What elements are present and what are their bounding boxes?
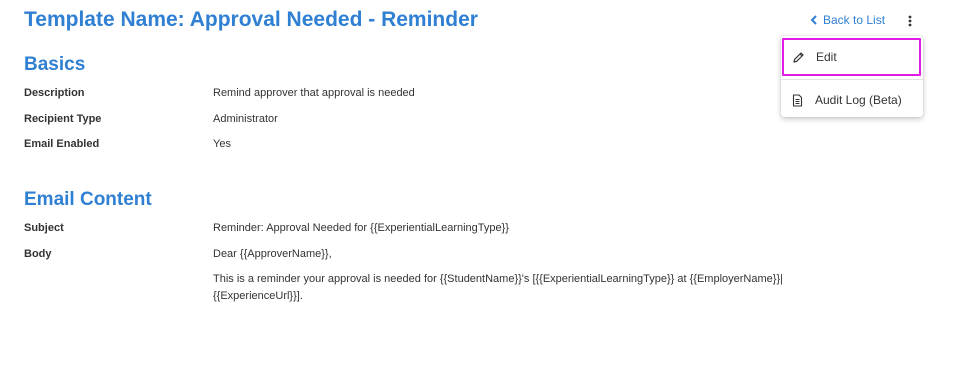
email-enabled-value: Yes: [213, 138, 231, 150]
subject-label: Subject: [24, 222, 64, 234]
document-icon: [790, 93, 804, 107]
recipient-type-value: Administrator: [213, 113, 278, 125]
body-line: {{ExperienceUrl}}].: [213, 290, 303, 302]
email-content-heading: Email Content: [24, 189, 152, 210]
body-paragraph: This is a reminder your approval is need…: [213, 271, 893, 305]
description-value: Remind approver that approval is needed: [213, 87, 415, 99]
options-menu: Edit Audit Log (Beta): [781, 36, 923, 117]
basics-heading: Basics: [24, 54, 86, 75]
more-options-icon[interactable]: [902, 12, 918, 30]
back-to-list-label: Back to List: [823, 13, 886, 27]
edit-menu-item[interactable]: Edit: [782, 38, 921, 76]
edit-label: Edit: [816, 50, 837, 64]
audit-log-menu-item[interactable]: Audit Log (Beta): [781, 81, 923, 119]
menu-divider: [781, 79, 923, 80]
description-label: Description: [24, 87, 85, 99]
audit-log-label: Audit Log (Beta): [815, 93, 902, 107]
email-enabled-label: Email Enabled: [24, 138, 100, 150]
back-to-list-link[interactable]: Back to List: [810, 13, 885, 27]
recipient-type-label: Recipient Type: [24, 113, 102, 125]
body-line: This is a reminder your approval is need…: [213, 273, 783, 285]
chevron-left-icon: [810, 15, 818, 25]
pencil-icon: [791, 50, 805, 64]
body-label: Body: [24, 248, 52, 260]
subject-value: Reminder: Approval Needed for {{Experien…: [213, 222, 509, 234]
template-detail-page: Template Name: Approval Needed - Reminde…: [0, 0, 975, 385]
page-title: Template Name: Approval Needed - Reminde…: [24, 8, 478, 31]
body-greeting: Dear {{ApproverName}},: [213, 248, 332, 260]
